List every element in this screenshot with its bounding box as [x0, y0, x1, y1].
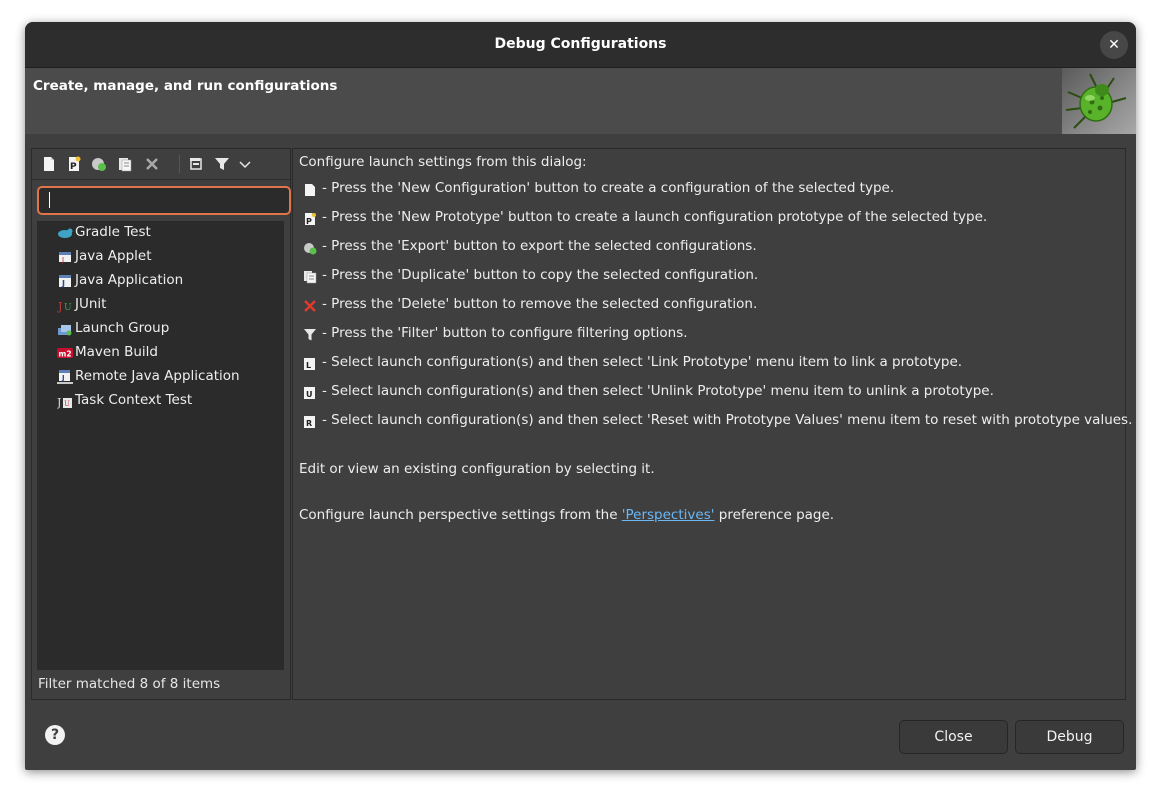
svg-text:R: R — [306, 419, 312, 428]
help-line-text: - Select launch configuration(s) and the… — [322, 383, 994, 399]
help-line: - Press the 'New Configuration' button t… — [303, 180, 1118, 202]
toolbar-separator — [179, 155, 180, 173]
maven-icon: m2 — [57, 345, 73, 361]
export-icon[interactable] — [90, 155, 108, 173]
help-line: L - Select launch configuration(s) and t… — [303, 354, 1118, 376]
filter-input[interactable] — [37, 186, 291, 215]
svg-text:J: J — [57, 300, 62, 313]
help-line-text: - Press the 'Delete' button to remove th… — [322, 296, 758, 312]
svg-text:J: J — [61, 256, 64, 264]
configuration-list-panel: P Gradle Test J Java Applet J Java Appli… — [31, 148, 291, 700]
perspectives-link[interactable]: 'Perspectives' — [622, 507, 715, 523]
help-line-text: - Press the 'Duplicate' button to copy t… — [322, 267, 759, 283]
debug-configurations-dialog: Debug Configurations ✕ Create, manage, a… — [25, 22, 1136, 770]
svg-text:L: L — [306, 361, 311, 370]
configuration-toolbar: P — [32, 149, 290, 180]
filter-status-text: Filter matched 8 of 8 items — [38, 676, 221, 692]
tree-item-gradle-test[interactable]: Gradle Test — [37, 221, 284, 245]
java-application-icon: J — [57, 273, 73, 289]
tree-item-java-applet[interactable]: J Java Applet — [37, 245, 284, 269]
configuration-tree: Gradle Test J Java Applet J Java Applica… — [37, 221, 284, 670]
tree-item-remote-java-application[interactable]: J Remote Java Application — [37, 365, 284, 389]
tree-item-task-context-test[interactable]: JU Task Context Test — [37, 389, 284, 413]
help-line-text: - Press the 'Export' button to export th… — [322, 238, 757, 254]
new-configuration-icon[interactable] — [40, 155, 58, 173]
svg-text:P: P — [306, 217, 312, 226]
help-line: R - Select launch configuration(s) and t… — [303, 412, 1132, 434]
debug-button[interactable]: Debug — [1015, 720, 1124, 754]
java-applet-icon: J — [57, 249, 73, 265]
help-line: P - Press the 'New Prototype' button to … — [303, 209, 1118, 231]
new-configuration-icon — [303, 182, 317, 196]
tree-item-maven-build[interactable]: m2 Maven Build — [37, 341, 284, 365]
remote-java-icon: J — [57, 369, 73, 385]
unlink-prototype-icon: U — [303, 385, 317, 399]
help-icon[interactable]: ? — [45, 725, 65, 745]
link-prototype-icon: L — [303, 356, 317, 370]
svg-text:J: J — [57, 396, 61, 409]
help-line: U - Select launch configuration(s) and t… — [303, 383, 1118, 405]
edit-hint: Edit or view an existing configuration b… — [299, 461, 655, 477]
tree-item-junit[interactable]: JU JUnit — [37, 293, 284, 317]
close-icon[interactable]: ✕ — [1100, 31, 1128, 59]
delete-icon — [303, 298, 317, 312]
header-banner: Create, manage, and run configurations — [25, 68, 1136, 134]
help-line-text: - Press the 'New Prototype' button to cr… — [322, 209, 988, 225]
tree-item-launch-group[interactable]: Launch Group — [37, 317, 284, 341]
tree-item-label: Remote Java Application — [75, 368, 240, 384]
new-prototype-icon[interactable]: P — [65, 155, 83, 173]
close-button[interactable]: Close — [899, 720, 1008, 754]
tree-item-label: Maven Build — [75, 344, 158, 360]
help-line-text: - Press the 'Filter' button to configure… — [322, 325, 688, 341]
help-line: - Press the 'Export' button to export th… — [303, 238, 1118, 260]
title-bar: Debug Configurations ✕ — [25, 22, 1136, 68]
new-prototype-icon: P — [303, 211, 317, 226]
svg-text:J: J — [61, 374, 65, 382]
text-cursor — [49, 192, 50, 208]
help-line-text: - Press the 'New Configuration' button t… — [322, 180, 895, 196]
reset-prototype-icon: R — [303, 414, 317, 428]
task-context-icon: JU — [56, 393, 73, 409]
tree-item-label: Launch Group — [75, 320, 170, 336]
help-line-text: - Select launch configuration(s) and the… — [322, 354, 963, 370]
delete-icon[interactable] — [143, 155, 161, 173]
tree-item-label: Java Application — [75, 272, 184, 288]
help-line: - Press the 'Delete' button to remove th… — [303, 296, 1118, 318]
svg-text:J: J — [61, 279, 65, 288]
junit-icon: JU — [57, 297, 73, 313]
banner-text: Create, manage, and run configurations — [33, 78, 338, 94]
tree-item-label: Gradle Test — [75, 224, 151, 240]
perspective-suffix: preference page. — [714, 507, 835, 523]
help-line: - Press the 'Filter' button to configure… — [303, 325, 1118, 347]
filter-icon[interactable] — [213, 155, 231, 173]
tree-item-label: Task Context Test — [75, 392, 193, 408]
duplicate-icon — [303, 269, 317, 284]
svg-text:U: U — [64, 400, 70, 408]
filter-icon — [303, 327, 317, 341]
tree-item-java-application[interactable]: J Java Application — [37, 269, 284, 293]
perspective-hint: Configure launch perspective settings fr… — [299, 507, 834, 523]
dialog-title: Debug Configurations — [494, 36, 667, 52]
tree-item-label: Java Applet — [75, 248, 152, 264]
tree-item-label: JUnit — [75, 296, 107, 312]
svg-text:U: U — [306, 390, 313, 399]
view-menu-chevron-icon[interactable] — [236, 155, 254, 173]
svg-text:U: U — [64, 303, 72, 313]
help-panel: Configure launch settings from this dial… — [292, 148, 1132, 700]
collapse-all-icon[interactable] — [187, 155, 205, 173]
svg-text:P: P — [70, 162, 77, 172]
perspective-prefix: Configure launch perspective settings fr… — [299, 507, 622, 523]
help-line-text: - Select launch configuration(s) and the… — [322, 412, 1133, 428]
svg-text:m2: m2 — [59, 350, 72, 359]
export-icon — [303, 240, 317, 255]
launch-group-icon — [57, 321, 73, 337]
gradle-icon — [57, 225, 73, 241]
help-intro: Configure launch settings from this dial… — [299, 154, 587, 170]
help-line: - Press the 'Duplicate' button to copy t… — [303, 267, 1118, 289]
duplicate-icon[interactable] — [116, 155, 134, 173]
debug-bug-icon — [1062, 68, 1136, 134]
